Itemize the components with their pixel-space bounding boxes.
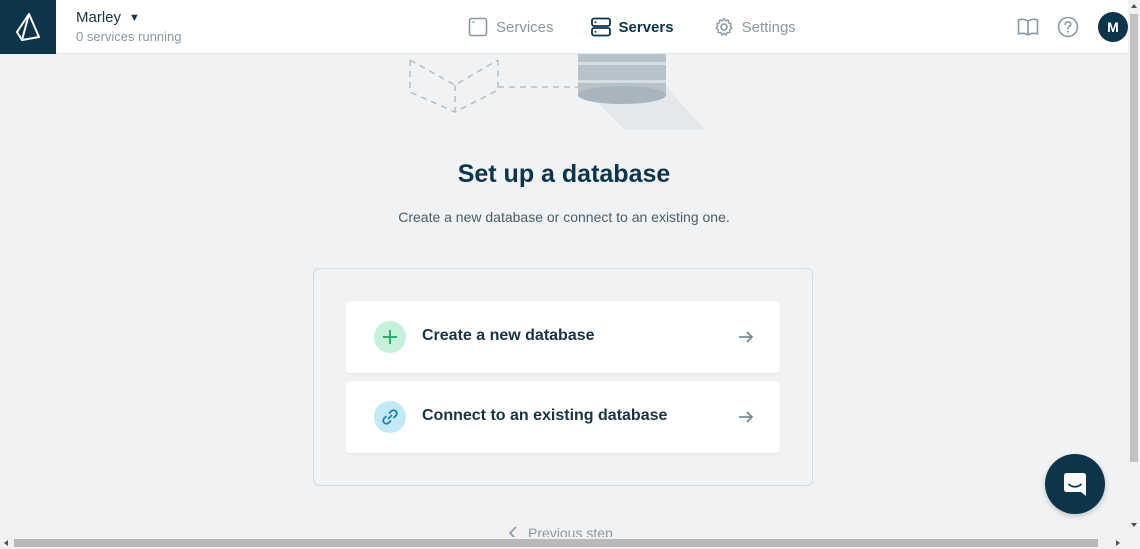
- database-illustration: [409, 40, 705, 130]
- caret-down-icon: ▼: [129, 11, 140, 24]
- help-icon: [1057, 16, 1079, 38]
- vertical-scroll-thumb[interactable]: [1130, 14, 1138, 462]
- create-database-option[interactable]: Create a new database: [346, 301, 780, 373]
- arrow-right-icon: [739, 411, 754, 423]
- nav-services-label: Services: [496, 18, 554, 36]
- scroll-left-icon[interactable]: [0, 537, 12, 549]
- prisma-logo-icon: [16, 13, 40, 41]
- project-status: 0 services running: [76, 29, 182, 44]
- create-database-label: Create a new database: [422, 327, 595, 344]
- nav-settings[interactable]: Settings: [714, 14, 796, 40]
- user-avatar[interactable]: M: [1098, 12, 1128, 42]
- connect-database-option[interactable]: Connect to an existing database: [346, 381, 780, 453]
- plus-icon: [374, 321, 406, 353]
- connect-database-label: Connect to an existing database: [422, 407, 668, 424]
- page-title: Set up a database: [457, 160, 671, 188]
- gear-icon: [714, 17, 733, 36]
- scroll-up-icon[interactable]: [1128, 0, 1140, 12]
- horizontal-scroll-thumb[interactable]: [14, 539, 1098, 547]
- chat-icon: [1064, 473, 1086, 496]
- scroll-down-icon[interactable]: [1128, 519, 1140, 531]
- docs-button[interactable]: [1016, 15, 1040, 39]
- project-selector[interactable]: Marley ▼ 0 services running: [76, 9, 182, 44]
- chat-launcher-button[interactable]: [1045, 454, 1105, 514]
- nav-services[interactable]: Services: [468, 14, 554, 40]
- book-icon: [1017, 18, 1039, 36]
- nav-settings-label: Settings: [741, 18, 796, 36]
- help-button[interactable]: [1056, 15, 1080, 39]
- app-header: Marley ▼ 0 services running Services Ser…: [0, 0, 1128, 54]
- window-icon: [468, 17, 488, 37]
- prisma-logo[interactable]: [0, 0, 56, 54]
- link-icon: [374, 401, 406, 433]
- horizontal-scrollbar[interactable]: [0, 537, 1140, 549]
- vertical-scrollbar[interactable]: [1128, 0, 1140, 537]
- page-subtitle: Create a new database or connect to an e…: [398, 209, 730, 225]
- nav-servers[interactable]: Servers: [590, 14, 674, 40]
- scroll-right-icon[interactable]: [1112, 537, 1124, 549]
- main-nav: Services Servers Settings: [468, 14, 796, 40]
- project-name: Marley: [76, 9, 122, 26]
- arrow-right-icon: [739, 331, 754, 343]
- server-icon: [590, 17, 611, 37]
- nav-servers-label: Servers: [618, 18, 674, 36]
